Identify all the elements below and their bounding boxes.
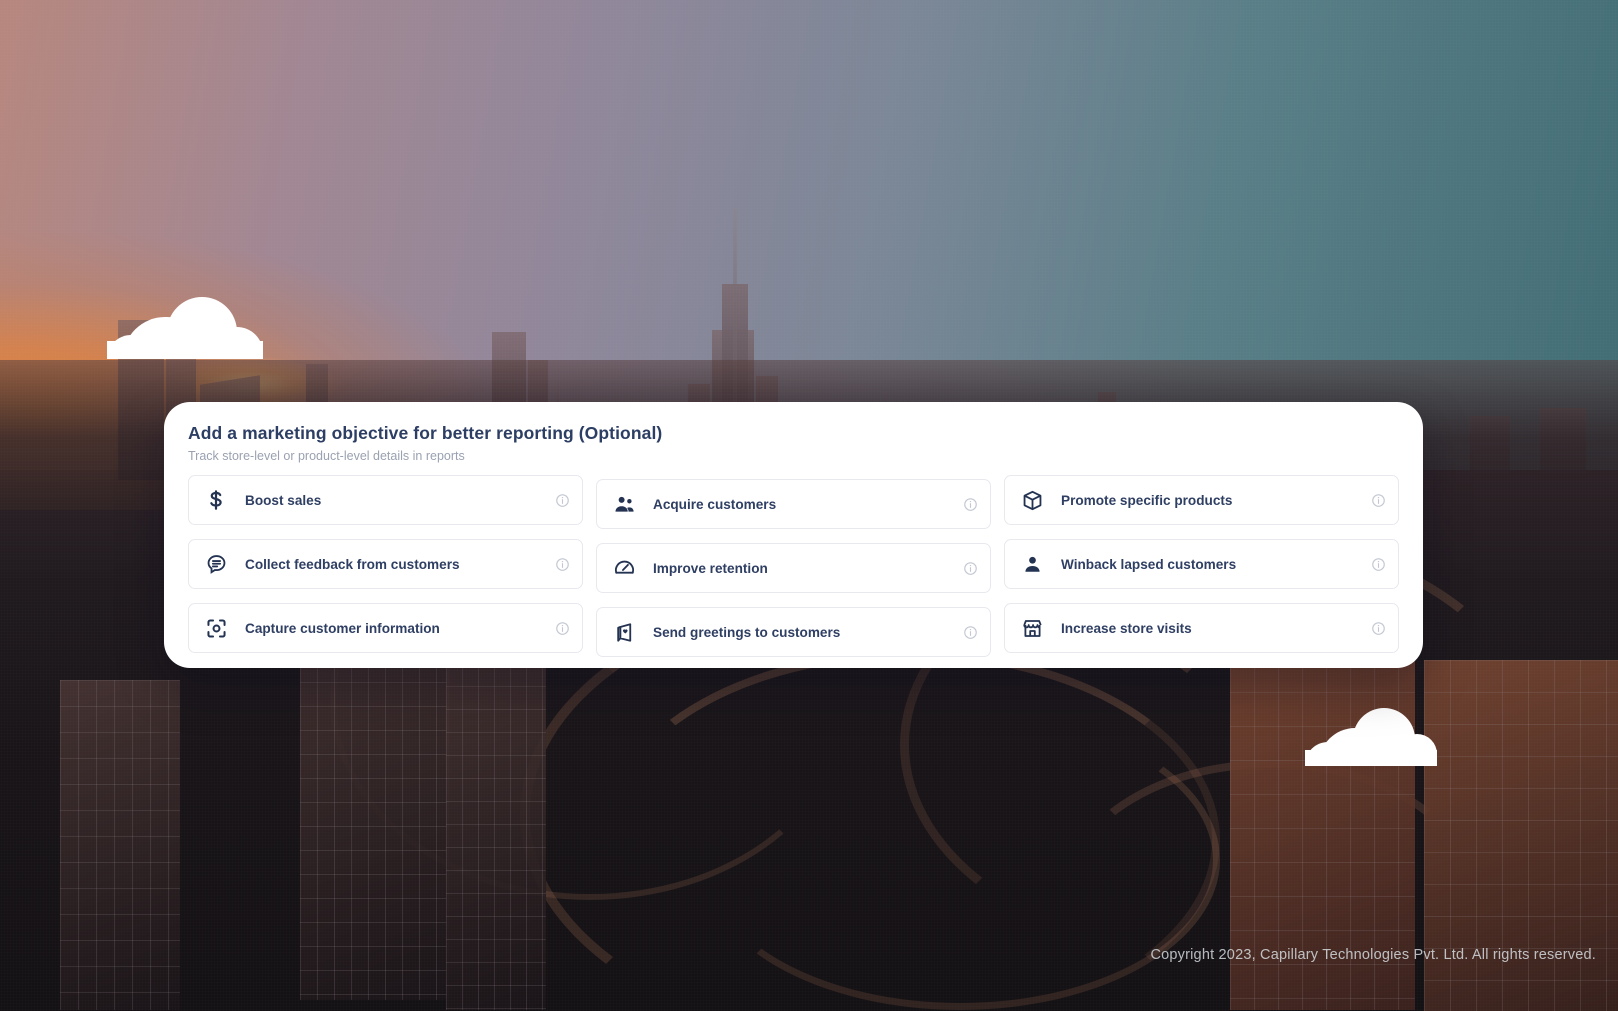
scan-capture-icon [203, 615, 229, 641]
objective-tile-acquire-customers[interactable]: Acquire customers [596, 479, 991, 529]
info-icon[interactable] [554, 556, 570, 572]
objective-tile-promote-products[interactable]: Promote specific products [1004, 475, 1399, 525]
objective-tile-increase-store-visits[interactable]: Increase store visits [1004, 603, 1399, 653]
objective-column-two: Acquire customers Improve retention Send… [596, 475, 991, 667]
objective-tile-improve-retention[interactable]: Improve retention [596, 543, 991, 593]
objective-label: Send greetings to customers [653, 624, 841, 640]
objective-label: Capture customer information [245, 620, 440, 636]
page-title: Add a marketing objective for better rep… [188, 423, 663, 443]
chat-feedback-icon [203, 551, 229, 577]
app-background: Add a marketing objective for better rep… [0, 0, 1618, 1011]
footer-copyright: Copyright 2023, Capillary Technologies P… [1150, 947, 1596, 963]
gauge-icon [611, 555, 637, 581]
info-icon[interactable] [962, 560, 978, 576]
objective-column-three: Promote specific products Winback lapsed… [1004, 475, 1399, 667]
people-icon [611, 491, 637, 517]
person-icon [1019, 551, 1045, 577]
greeting-card-icon [611, 619, 637, 645]
info-icon[interactable] [1370, 492, 1386, 508]
objective-options-grid: Boost sales Collect feedback from custom… [188, 475, 1399, 667]
info-icon[interactable] [962, 624, 978, 640]
objective-tile-boost-sales[interactable]: Boost sales [188, 475, 583, 525]
info-icon[interactable] [1370, 556, 1386, 572]
info-icon[interactable] [554, 620, 570, 636]
objective-label: Winback lapsed customers [1061, 556, 1237, 572]
objective-label: Promote specific products [1061, 492, 1233, 508]
objective-label: Increase store visits [1061, 620, 1192, 636]
cloud-icon [1305, 708, 1437, 766]
objective-tile-collect-feedback[interactable]: Collect feedback from customers [188, 539, 583, 589]
info-icon[interactable] [554, 492, 570, 508]
objective-label: Improve retention [653, 560, 768, 576]
objective-label: Acquire customers [653, 496, 777, 512]
dollar-icon [203, 487, 229, 513]
info-icon[interactable] [1370, 620, 1386, 636]
objective-label: Collect feedback from customers [245, 556, 460, 572]
info-icon[interactable] [962, 496, 978, 512]
marketing-objective-card: Add a marketing objective for better rep… [164, 402, 1423, 668]
objective-column-one: Boost sales Collect feedback from custom… [188, 475, 583, 667]
cloud-icon [107, 297, 263, 359]
objective-tile-capture-customer-information[interactable]: Capture customer information [188, 603, 583, 653]
objective-label: Boost sales [245, 492, 322, 508]
objective-tile-winback-customers[interactable]: Winback lapsed customers [1004, 539, 1399, 589]
card-subtitle: Track store-level or product-level detai… [188, 449, 465, 463]
objective-tile-send-greetings[interactable]: Send greetings to customers [596, 607, 991, 657]
package-icon [1019, 487, 1045, 513]
storefront-icon [1019, 615, 1045, 641]
